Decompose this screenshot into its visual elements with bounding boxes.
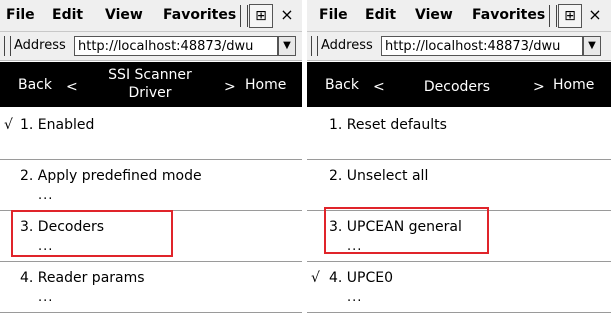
check-mark-icon: √ — [311, 270, 320, 286]
highlight-box — [324, 207, 489, 254]
list-item-label: 1. Enabled — [20, 117, 95, 133]
address-grip — [311, 36, 318, 56]
right-browser-window: File Edit View Favorites ⊞ × Address htt… — [307, 0, 611, 318]
back-link[interactable]: Back — [325, 77, 359, 93]
highlight-box — [11, 210, 173, 257]
home-arrow-icon[interactable]: > — [533, 79, 545, 95]
address-dropdown-button[interactable]: ▼ — [583, 36, 601, 56]
address-bar: Address http://localhost:48873/dwu ▼ — [307, 32, 611, 61]
left-browser-window: File Edit View Favorites ⊞ × Address htt… — [0, 0, 303, 318]
address-label: Address — [14, 38, 66, 53]
network-icon[interactable]: ⊞ — [558, 4, 582, 28]
list-item-label: 2. Apply predefined mode — [20, 168, 202, 184]
list-item-label: 1. Reset defaults — [329, 117, 447, 133]
menu-edit[interactable]: Edit — [365, 7, 396, 23]
list-item-more: ... — [38, 188, 54, 203]
back-arrow-icon[interactable]: < — [373, 79, 385, 95]
close-icon[interactable]: × — [276, 4, 298, 26]
network-icon[interactable]: ⊞ — [249, 4, 273, 28]
toolbar-grip — [240, 5, 248, 27]
menu-bar: File Edit View Favorites ⊞ × — [0, 0, 302, 32]
list-item-more: ... — [38, 290, 54, 305]
list-item[interactable]: 2. Apply predefined mode ... — [0, 160, 302, 211]
home-arrow-icon[interactable]: > — [224, 79, 236, 95]
address-dropdown-button[interactable]: ▼ — [278, 36, 296, 56]
menu-view[interactable]: View — [415, 7, 453, 23]
list-item-label: 2. Unselect all — [329, 168, 429, 184]
home-link[interactable]: Home — [245, 77, 286, 93]
address-input[interactable]: http://localhost:48873/dwu — [381, 36, 583, 56]
check-mark-icon: √ — [4, 117, 13, 133]
address-input[interactable]: http://localhost:48873/dwu — [74, 36, 278, 56]
page-title-line-2: Driver — [128, 85, 172, 101]
home-link[interactable]: Home — [553, 77, 594, 93]
menu-file[interactable]: File — [6, 7, 35, 23]
toolbar-grip — [549, 5, 557, 27]
menu-file[interactable]: File — [319, 7, 348, 23]
menu-bar: File Edit View Favorites ⊞ × — [307, 0, 611, 32]
page-title: SSI Scanner Driver — [90, 66, 210, 102]
list-item[interactable]: √ 4. UPCE0 ... — [307, 262, 611, 313]
back-arrow-icon[interactable]: < — [66, 79, 78, 95]
list-item[interactable]: √ 1. Enabled — [0, 109, 302, 160]
list-item-more: ... — [347, 290, 363, 305]
menu-favorites[interactable]: Favorites — [163, 7, 236, 23]
list-item[interactable]: 4. Reader params ... — [0, 262, 302, 313]
menu-view[interactable]: View — [105, 7, 143, 23]
menu-edit[interactable]: Edit — [52, 7, 83, 23]
list-item[interactable]: 2. Unselect all — [307, 160, 611, 211]
address-label: Address — [321, 38, 373, 53]
page-title-line-1: SSI Scanner — [108, 67, 192, 83]
nav-bar: Back < Decoders > Home — [307, 62, 611, 107]
address-grip — [4, 36, 11, 56]
page-title: Decoders — [423, 79, 491, 95]
menu-favorites[interactable]: Favorites — [472, 7, 545, 23]
list-item-label: 4. Reader params — [20, 270, 145, 286]
address-bar: Address http://localhost:48873/dwu ▼ — [0, 32, 302, 61]
back-link[interactable]: Back — [18, 77, 52, 93]
nav-bar: Back < SSI Scanner Driver > Home — [0, 62, 302, 107]
close-icon[interactable]: × — [584, 4, 606, 26]
list-item-label: 4. UPCE0 — [329, 270, 394, 286]
list-item[interactable]: 1. Reset defaults — [307, 109, 611, 160]
